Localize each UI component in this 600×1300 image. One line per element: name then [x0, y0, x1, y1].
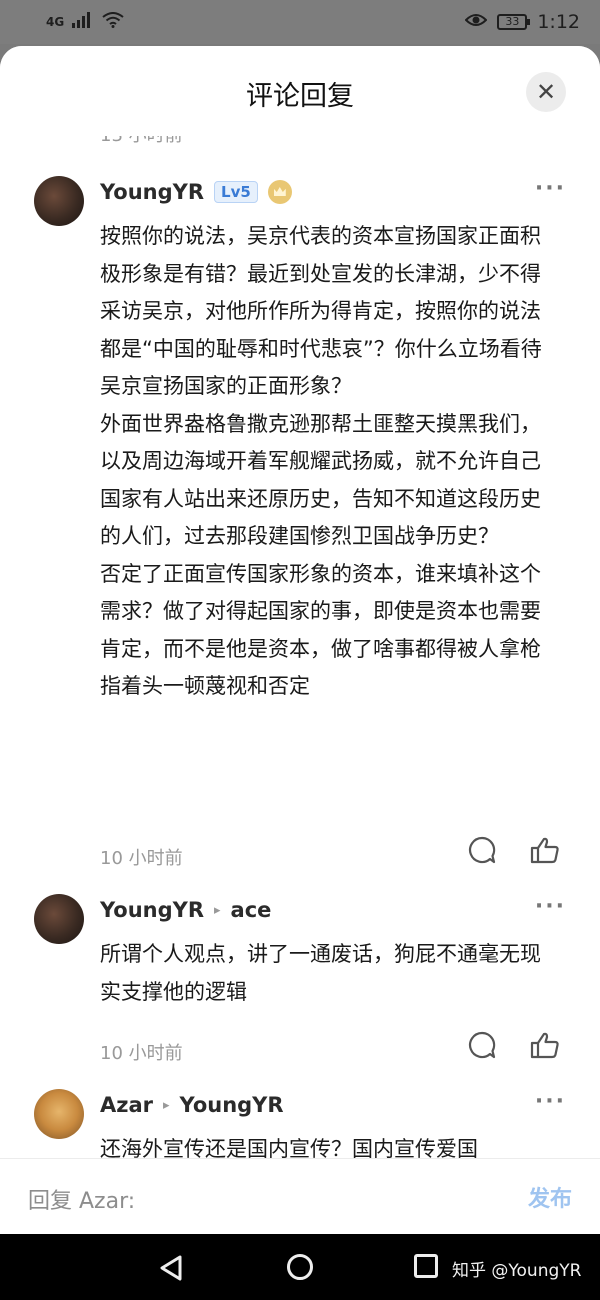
comment-actions — [468, 836, 560, 864]
signal-icon — [72, 11, 94, 33]
avatar[interactable] — [34, 1089, 84, 1139]
comment-paragraph: 所谓个人观点，讲了一通废话，狗屁不通毫无现实支撑他的逻辑 — [100, 942, 541, 1004]
avatar[interactable] — [34, 176, 84, 226]
comment-bubble-icon[interactable] — [468, 836, 496, 864]
thumbs-up-icon[interactable] — [530, 836, 560, 864]
eye-icon — [464, 11, 488, 33]
battery-icon: 33 — [497, 14, 531, 30]
reply-arrow-icon: ▸ — [214, 902, 221, 918]
reply-bar: 回复 Azar: 发布 — [0, 1158, 600, 1234]
level-badge: Lv5 — [214, 181, 258, 203]
author-row: YoungYR ▸ ace — [100, 898, 271, 922]
crown-badge-icon — [267, 180, 292, 204]
wifi-icon — [102, 11, 124, 33]
author-row: YoungYR Lv5 — [100, 180, 292, 204]
network-label: 4G — [46, 15, 65, 29]
comment-time: 10 小时前 — [100, 1043, 183, 1064]
more-button[interactable]: ··· — [535, 1089, 566, 1114]
close-button[interactable]: ✕ — [526, 72, 566, 112]
status-bar: 4G 33 1:12 — [0, 0, 600, 44]
publish-button[interactable]: 发布 — [528, 1181, 572, 1213]
watermark: 知乎 @YoungYR — [452, 1261, 582, 1281]
status-left: 4G — [46, 11, 124, 33]
reply-to-name[interactable]: YoungYR — [180, 1093, 284, 1117]
author-name[interactable]: YoungYR — [100, 898, 204, 922]
more-button[interactable]: ··· — [535, 894, 566, 919]
home-circle-icon[interactable] — [287, 1254, 313, 1280]
close-icon: ✕ — [535, 78, 557, 106]
author-name[interactable]: Azar — [100, 1093, 153, 1117]
thumbs-up-icon[interactable] — [530, 1031, 560, 1059]
sheet-title: 评论回复 — [246, 81, 354, 112]
comment-paragraph: 否定了正面宣传国家形象的资本，谁来填补这个需求？做了对得起国家的事，即使是资本也… — [100, 561, 541, 699]
more-button[interactable]: ··· — [535, 176, 566, 201]
comment-time: 10 小时前 — [100, 848, 183, 869]
sheet-header: 评论回复 ✕ — [0, 46, 600, 136]
system-nav-bar: 知乎 @YoungYR — [0, 1234, 600, 1300]
status-right: 33 1:12 — [464, 11, 580, 33]
recent-apps-icon[interactable] — [414, 1254, 438, 1278]
comment-text: 所谓个人观点，讲了一通废话，狗屁不通毫无现实支撑他的逻辑 — [100, 936, 556, 1011]
comment-actions — [468, 1031, 560, 1059]
author-row: Azar ▸ YoungYR — [100, 1093, 284, 1117]
comment-reply-sheet: 评论回复 ✕ 13 小时前 YoungYR Lv5 ··· 按照你的说法，吴京代… — [0, 46, 600, 1234]
reply-to-name[interactable]: ace — [231, 898, 272, 922]
clock: 1:12 — [537, 11, 580, 33]
comment-text: 按照你的说法，吴京代表的资本宣扬国家正面积极形象是有错？最近到处宣发的长津湖，少… — [100, 218, 556, 706]
reply-arrow-icon: ▸ — [163, 1097, 170, 1113]
comment-paragraph: 外面世界盎格鲁撒克逊那帮土匪整天摸黑我们，以及周边海域开着军舰耀武扬威，就不允许… — [100, 411, 541, 549]
avatar[interactable] — [34, 894, 84, 944]
comment-paragraph: 按照你的说法，吴京代表的资本宣扬国家正面积极形象是有错？最近到处宣发的长津湖，少… — [100, 224, 542, 398]
back-triangle-icon[interactable] — [158, 1254, 184, 1286]
reply-input[interactable]: 回复 Azar: — [28, 1183, 135, 1215]
author-name[interactable]: YoungYR — [100, 180, 204, 204]
comment-bubble-icon[interactable] — [468, 1031, 496, 1059]
